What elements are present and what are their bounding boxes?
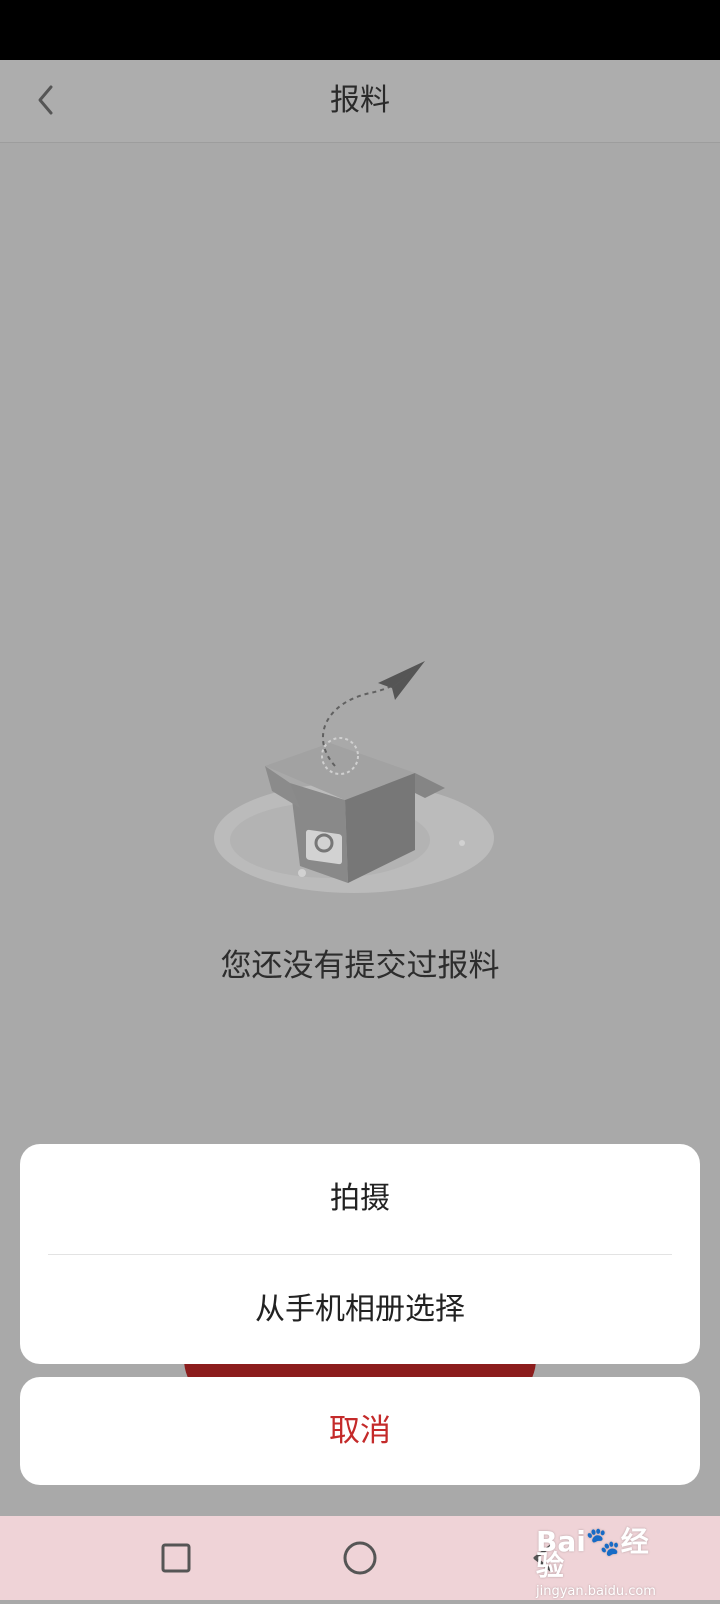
empty-state-message: 您还没有提交过报料 xyxy=(220,948,500,984)
page-title: 报料 xyxy=(330,83,390,118)
watermark-url: jingyan.baidu.com xyxy=(536,1584,656,1599)
choose-from-album-option[interactable]: 从手机相册选择 xyxy=(20,1255,700,1364)
watermark: Bai🐾经验 jingyan.baidu.com xyxy=(536,1528,666,1600)
home-button[interactable] xyxy=(336,1534,384,1582)
recent-apps-icon xyxy=(161,1543,191,1573)
photo-action-sheet: 拍摄 从手机相册选择 xyxy=(20,1144,700,1364)
cancel-button[interactable]: 取消 xyxy=(20,1377,700,1485)
status-bar xyxy=(0,0,720,60)
take-photo-option[interactable]: 拍摄 xyxy=(20,1144,700,1254)
app-header: 报料 xyxy=(0,60,720,143)
home-icon xyxy=(343,1541,377,1575)
empty-box-illustration xyxy=(214,661,494,893)
recent-apps-button[interactable] xyxy=(152,1534,200,1582)
paw-icon: 🐾 xyxy=(585,1525,621,1558)
